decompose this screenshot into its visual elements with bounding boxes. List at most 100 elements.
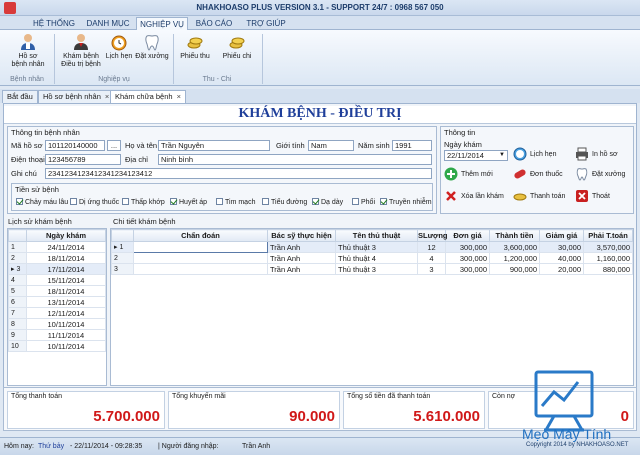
- page-title: KHÁM BỆNH - ĐIỀU TRỊ: [4, 106, 636, 124]
- close-icon[interactable]: ×: [177, 92, 181, 101]
- lab-order-action[interactable]: Đặt xưởng: [575, 167, 625, 182]
- history-checkbox[interactable]: Tiểu đường: [262, 198, 307, 206]
- record-id-field[interactable]: 101120140000: [45, 140, 105, 151]
- birth-year-field[interactable]: 1991: [392, 140, 432, 151]
- table-row[interactable]: 2 Trần Anh Thủ thuật 4 4 300,000 1,200,0…: [111, 252, 633, 264]
- checkbox-checked[interactable]: [312, 198, 319, 205]
- total-payment-box: Tổng thanh toán 5.700.000: [7, 391, 165, 429]
- checkbox-unchecked[interactable]: [122, 198, 129, 205]
- tab-danh-muc[interactable]: DANH MỤC: [82, 17, 134, 30]
- history-checkbox[interactable]: Tim mạch: [216, 198, 255, 206]
- column-header[interactable]: Ngày khám: [26, 229, 106, 242]
- table-row[interactable]: 10 10/11/2014: [8, 340, 106, 352]
- print-record-action[interactable]: In hồ sơ: [575, 147, 618, 162]
- column-header[interactable]: Tên thủ thuật: [335, 229, 418, 242]
- close-icon[interactable]: ×: [105, 92, 109, 101]
- tab-nghiep-vu[interactable]: NGHIỆP VỤ: [136, 17, 188, 30]
- delete-visit-action[interactable]: Xóa lần khám: [444, 189, 504, 204]
- patient-info-title: Thông tin bệnh nhân: [11, 128, 80, 137]
- add-new-action[interactable]: Thêm mới: [444, 167, 493, 182]
- examination-label: Khám bệnh Điều trị bệnh: [61, 53, 101, 68]
- column-header[interactable]: Giảm giá: [539, 229, 584, 242]
- history-checkbox[interactable]: Phổi: [352, 198, 375, 206]
- checkbox-unchecked[interactable]: [70, 198, 77, 205]
- table-row[interactable]: ▸ 3 17/11/2014: [8, 263, 106, 275]
- exam-date-picker[interactable]: 22/11/2014 ▼: [444, 150, 508, 161]
- table-row[interactable]: 2 18/11/2014: [8, 252, 106, 264]
- actions-panel: Thông tin Ngày khám 22/11/2014 ▼ Lịch hẹn…: [440, 126, 634, 214]
- tab-tro-giup[interactable]: TRỢ GIÚP: [240, 17, 292, 30]
- table-row[interactable]: 6 13/11/2014: [8, 296, 106, 308]
- delete-icon: [446, 191, 456, 201]
- column-header[interactable]: Chẩn đoán: [133, 229, 268, 242]
- full-name-field[interactable]: Trần Nguyên: [158, 140, 270, 151]
- prescription-action[interactable]: Đơn thuốc: [513, 167, 563, 182]
- table-row[interactable]: 8 10/11/2014: [8, 318, 106, 330]
- row-pointer-icon: ▸: [114, 244, 118, 251]
- table-row[interactable]: 7 12/11/2014: [8, 307, 106, 319]
- chevron-down-icon[interactable]: ▼: [499, 151, 505, 160]
- receipt-button[interactable]: Phiếu thu: [178, 33, 212, 61]
- gender-field[interactable]: Nam: [308, 140, 354, 151]
- table-row[interactable]: 3 Trần Anh Thủ thuật 3 3 300,000 900,000…: [111, 263, 633, 275]
- column-header[interactable]: Thành tiền: [489, 229, 540, 242]
- table-row[interactable]: ▸ 1 Trần Anh Thủ thuật 3 12 300,000 3,60…: [111, 241, 633, 253]
- checkbox-checked[interactable]: [16, 198, 23, 205]
- history-checkbox[interactable]: Thấp khớp: [122, 198, 165, 206]
- tab-bao-cao[interactable]: BÁO CÁO: [190, 17, 238, 30]
- checkbox-unchecked[interactable]: [352, 198, 359, 205]
- patient-record-button[interactable]: Hồ sơ bệnh nhân: [6, 33, 50, 69]
- paid-amount-label: Tổng số tiền đã thanh toán: [347, 393, 431, 400]
- appointment-action[interactable]: Lịch hẹn: [513, 147, 556, 162]
- group-nghiep-vu: Nghiệp vụ: [98, 76, 130, 83]
- column-header[interactable]: Đơn giá: [445, 229, 490, 242]
- note-field[interactable]: 2341234123412341234123412: [45, 168, 432, 179]
- lab-order-button[interactable]: Đặt xưởng: [134, 33, 170, 61]
- address-field[interactable]: Ninh bình: [158, 154, 432, 165]
- diagnosis-cell[interactable]: [133, 241, 268, 253]
- coins-icon: [187, 37, 203, 49]
- history-checkbox[interactable]: Huyết áp: [170, 198, 207, 206]
- checkout-action[interactable]: Thanh toán: [513, 189, 565, 204]
- checkbox-unchecked[interactable]: [262, 198, 269, 205]
- receipt-label: Phiếu thu: [180, 53, 210, 60]
- doc-tab-patient-records[interactable]: Hồ sơ bệnh nhân ×: [38, 90, 115, 103]
- doc-tab-examination[interactable]: Khám chữa bệnh ×: [110, 90, 186, 103]
- appointment-button[interactable]: Lịch hẹn: [104, 33, 134, 61]
- column-header[interactable]: SLượng: [417, 229, 448, 242]
- history-checkbox[interactable]: Truyền nhiễm: [380, 198, 432, 206]
- diagnosis-cell[interactable]: [133, 252, 268, 264]
- table-row[interactable]: 1 24/11/2014: [8, 241, 106, 253]
- tooth-icon: [145, 35, 159, 51]
- column-header[interactable]: Bác sỹ thực hiện: [267, 229, 336, 242]
- table-row[interactable]: 4 15/11/2014: [8, 274, 106, 286]
- exam-details-grid: Chẩn đoán Bác sỹ thực hiện Tên thủ thuật…: [110, 228, 634, 386]
- watermark-brand: Mẹo Máy Tính: [522, 426, 612, 442]
- phone-field[interactable]: 123456789: [45, 154, 121, 165]
- total-payment-label: Tổng thanh toán: [11, 393, 62, 400]
- history-checkbox[interactable]: Dạ dày: [312, 198, 343, 206]
- tab-he-thong[interactable]: HỆ THỐNG: [28, 17, 80, 30]
- alarm-clock-icon: [111, 35, 127, 51]
- table-row[interactable]: 5 18/11/2014: [8, 285, 106, 297]
- appointment-label: Lịch hẹn: [105, 53, 133, 60]
- checkbox-checked[interactable]: [380, 198, 387, 205]
- details-title: Chi tiết khám bệnh: [113, 217, 176, 226]
- table-row[interactable]: 9 11/11/2014: [8, 329, 106, 341]
- examination-button[interactable]: Khám bệnh Điều trị bệnh: [56, 33, 106, 69]
- exit-action[interactable]: Thoát: [575, 189, 610, 204]
- diagnosis-cell[interactable]: [133, 263, 268, 275]
- total-discount-value: 90.000: [289, 408, 335, 425]
- browse-button[interactable]: ...: [107, 140, 121, 151]
- doc-tab-label: Bắt đầu: [7, 92, 33, 101]
- checkbox-unchecked[interactable]: [216, 198, 223, 205]
- menu-tabs: HỆ THỐNG DANH MỤC NGHIỆP VỤ BÁO CÁO TRỢ …: [0, 16, 640, 30]
- column-header[interactable]: Phải T.toán: [583, 229, 633, 242]
- payment-voucher-button[interactable]: Phiếu chi: [220, 33, 254, 61]
- total-discount-label: Tổng khuyến mãi: [172, 393, 226, 400]
- history-checkbox[interactable]: Dị ứng thuốc: [70, 198, 119, 206]
- doc-tab-start[interactable]: Bắt đầu: [2, 90, 38, 103]
- history-checkbox[interactable]: Chảy máu lâu: [16, 198, 68, 206]
- checkbox-checked[interactable]: [170, 198, 177, 205]
- record-id-label: Mã hồ sơ: [11, 141, 43, 150]
